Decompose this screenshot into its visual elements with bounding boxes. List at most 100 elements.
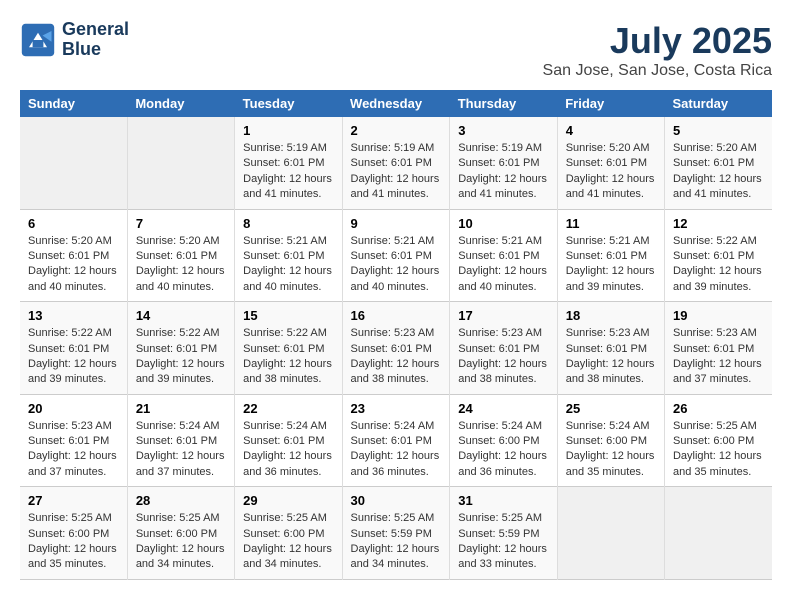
week-row-4: 20Sunrise: 5:23 AM Sunset: 6:01 PM Dayli… (20, 394, 772, 487)
day-cell: 19 Sunrise: 5:23 AM Sunset: 6:01 PM Dayli… (664, 302, 772, 395)
day-cell: 9 Sunrise: 5:21 AM Sunset: 6:01 PM Daylig… (342, 209, 450, 302)
day-cell: 22 Sunrise: 5:24 AM Sunset: 6:01 PM Dayli… (235, 394, 342, 487)
day-cell: 23 Sunrise: 5:24 AM Sunset: 6:01 PM Dayli… (342, 394, 450, 487)
day-cell: 24Sunrise: 5:24 AM Sunset: 6:00 PM Dayli… (450, 394, 557, 487)
day-number: 13 (28, 308, 119, 323)
day-info: Sunrise: 5:23 AM Sunset: 6:01 PM Dayligh… (28, 419, 119, 481)
day-number: 6 (28, 216, 119, 231)
day-number: 12 (673, 216, 764, 231)
day-number: 8 (243, 216, 333, 231)
logo-line1: General (62, 20, 129, 40)
col-sunday: Sunday (20, 90, 127, 117)
title-block: July 2025 San Jose, San Jose, Costa Rica (543, 20, 772, 80)
month-title: July 2025 (543, 20, 772, 62)
day-info: Sunrise: 5:21 AM Sunset: 6:01 PM Dayligh… (243, 234, 333, 296)
day-cell (664, 487, 772, 580)
day-info: Sunrise: 5:23 AM Sunset: 6:01 PM Dayligh… (673, 326, 764, 388)
day-info: Sunrise: 5:23 AM Sunset: 6:01 PM Dayligh… (351, 326, 442, 388)
day-cell: 30Sunrise: 5:25 AM Sunset: 5:59 PM Dayli… (342, 487, 450, 580)
day-cell: 18 Sunrise: 5:23 AM Sunset: 6:01 PM Dayli… (557, 302, 664, 395)
day-cell: 12 Sunrise: 5:22 AM Sunset: 6:01 PM Dayli… (664, 209, 772, 302)
day-cell: 1Sunrise: 5:19 AM Sunset: 6:01 PM Daylig… (235, 117, 342, 209)
day-number: 10 (458, 216, 548, 231)
col-saturday: Saturday (664, 90, 772, 117)
location-title: San Jose, San Jose, Costa Rica (543, 62, 772, 80)
col-friday: Friday (557, 90, 664, 117)
day-number: 16 (351, 308, 442, 323)
week-row-5: 27 Sunrise: 5:25 AM Sunset: 6:00 PM Dayli… (20, 487, 772, 580)
day-number: 28 (136, 493, 226, 508)
day-cell: 21Sunrise: 5:24 AM Sunset: 6:01 PM Dayli… (127, 394, 234, 487)
day-number: 15 (243, 308, 333, 323)
day-cell: 10 Sunrise: 5:21 AM Sunset: 6:01 PM Dayli… (450, 209, 557, 302)
day-info: Sunrise: 5:25 AM Sunset: 5:59 PM Dayligh… (458, 511, 548, 573)
day-number: 30 (351, 493, 442, 508)
week-row-3: 13 Sunrise: 5:22 AM Sunset: 6:01 PM Dayli… (20, 302, 772, 395)
day-number: 23 (351, 401, 442, 416)
col-wednesday: Wednesday (342, 90, 450, 117)
day-number: 4 (566, 123, 656, 138)
day-info: Sunrise: 5:20 AM Sunset: 6:01 PM Dayligh… (566, 141, 656, 203)
day-info: Sunrise: 5:25 AM Sunset: 6:00 PM Dayligh… (243, 511, 333, 573)
day-cell: 3Sunrise: 5:19 AM Sunset: 6:01 PM Daylig… (450, 117, 557, 209)
col-tuesday: Tuesday (235, 90, 342, 117)
week-row-1: 1Sunrise: 5:19 AM Sunset: 6:01 PM Daylig… (20, 117, 772, 209)
day-cell: 25Sunrise: 5:24 AM Sunset: 6:00 PM Dayli… (557, 394, 664, 487)
day-cell: 4 Sunrise: 5:20 AM Sunset: 6:01 PM Daylig… (557, 117, 664, 209)
calendar-table: Sunday Monday Tuesday Wednesday Thursday… (20, 90, 772, 580)
day-info: Sunrise: 5:20 AM Sunset: 6:01 PM Dayligh… (673, 141, 764, 203)
day-number: 11 (566, 216, 656, 231)
day-number: 18 (566, 308, 656, 323)
day-cell: 16 Sunrise: 5:23 AM Sunset: 6:01 PM Dayli… (342, 302, 450, 395)
day-number: 9 (351, 216, 442, 231)
day-info: Sunrise: 5:24 AM Sunset: 6:01 PM Dayligh… (351, 419, 442, 481)
day-cell: 26 Sunrise: 5:25 AM Sunset: 6:00 PM Dayli… (664, 394, 772, 487)
day-cell: 31 Sunrise: 5:25 AM Sunset: 5:59 PM Dayli… (450, 487, 557, 580)
day-cell: 8 Sunrise: 5:21 AM Sunset: 6:01 PM Daylig… (235, 209, 342, 302)
logo-text: General Blue (62, 20, 129, 60)
day-info: Sunrise: 5:22 AM Sunset: 6:01 PM Dayligh… (673, 234, 764, 296)
day-info: Sunrise: 5:22 AM Sunset: 6:01 PM Dayligh… (243, 326, 333, 388)
header-row: Sunday Monday Tuesday Wednesday Thursday… (20, 90, 772, 117)
logo: General Blue (20, 20, 129, 60)
day-number: 26 (673, 401, 764, 416)
logo-line2: Blue (62, 40, 129, 60)
day-info: Sunrise: 5:21 AM Sunset: 6:01 PM Dayligh… (458, 234, 548, 296)
day-number: 3 (458, 123, 548, 138)
day-number: 22 (243, 401, 333, 416)
day-number: 14 (136, 308, 226, 323)
day-cell: 14 Sunrise: 5:22 AM Sunset: 6:01 PM Dayli… (127, 302, 234, 395)
day-number: 31 (458, 493, 548, 508)
calendar-header: Sunday Monday Tuesday Wednesday Thursday… (20, 90, 772, 117)
week-row-2: 6 Sunrise: 5:20 AM Sunset: 6:01 PM Daylig… (20, 209, 772, 302)
day-cell: 15 Sunrise: 5:22 AM Sunset: 6:01 PM Dayli… (235, 302, 342, 395)
day-cell: 17Sunrise: 5:23 AM Sunset: 6:01 PM Dayli… (450, 302, 557, 395)
day-info: Sunrise: 5:22 AM Sunset: 6:01 PM Dayligh… (136, 326, 226, 388)
day-info: Sunrise: 5:20 AM Sunset: 6:01 PM Dayligh… (28, 234, 119, 296)
col-thursday: Thursday (450, 90, 557, 117)
day-number: 19 (673, 308, 764, 323)
day-info: Sunrise: 5:24 AM Sunset: 6:01 PM Dayligh… (243, 419, 333, 481)
day-info: Sunrise: 5:23 AM Sunset: 6:01 PM Dayligh… (566, 326, 656, 388)
day-cell (127, 117, 234, 209)
day-number: 2 (351, 123, 442, 138)
day-cell: 13 Sunrise: 5:22 AM Sunset: 6:01 PM Dayli… (20, 302, 127, 395)
day-info: Sunrise: 5:25 AM Sunset: 6:00 PM Dayligh… (28, 511, 119, 573)
day-number: 1 (243, 123, 333, 138)
day-number: 7 (136, 216, 226, 231)
day-number: 24 (458, 401, 548, 416)
day-number: 21 (136, 401, 226, 416)
day-cell: 6 Sunrise: 5:20 AM Sunset: 6:01 PM Daylig… (20, 209, 127, 302)
day-cell: 20Sunrise: 5:23 AM Sunset: 6:01 PM Dayli… (20, 394, 127, 487)
day-info: Sunrise: 5:24 AM Sunset: 6:00 PM Dayligh… (566, 419, 656, 481)
day-cell: 29 Sunrise: 5:25 AM Sunset: 6:00 PM Dayli… (235, 487, 342, 580)
day-info: Sunrise: 5:21 AM Sunset: 6:01 PM Dayligh… (351, 234, 442, 296)
day-info: Sunrise: 5:25 AM Sunset: 6:00 PM Dayligh… (136, 511, 226, 573)
day-info: Sunrise: 5:25 AM Sunset: 6:00 PM Dayligh… (673, 419, 764, 481)
day-cell: 7Sunrise: 5:20 AM Sunset: 6:01 PM Daylig… (127, 209, 234, 302)
day-number: 27 (28, 493, 119, 508)
day-number: 29 (243, 493, 333, 508)
day-info: Sunrise: 5:22 AM Sunset: 6:01 PM Dayligh… (28, 326, 119, 388)
calendar-body: 1Sunrise: 5:19 AM Sunset: 6:01 PM Daylig… (20, 117, 772, 579)
day-cell: 28 Sunrise: 5:25 AM Sunset: 6:00 PM Dayli… (127, 487, 234, 580)
